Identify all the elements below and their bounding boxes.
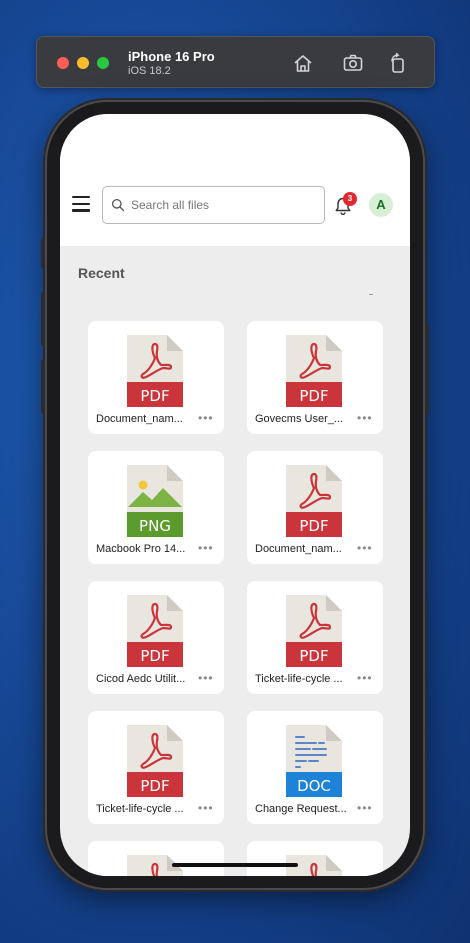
- close-window-button[interactable]: [57, 57, 69, 69]
- more-options-icon[interactable]: •••: [198, 412, 216, 424]
- home-icon[interactable]: [292, 52, 314, 74]
- file-card[interactable]: PNG Macbook Pro 14... •••: [88, 451, 224, 564]
- file-name: Ticket-life-cycle ...: [255, 673, 343, 685]
- volume-up-button[interactable]: [41, 292, 45, 346]
- svg-text:PDF: PDF: [140, 647, 169, 665]
- pdf-file-icon: PDF: [286, 595, 342, 667]
- more-options-icon[interactable]: •••: [357, 672, 375, 684]
- file-name: Document_nam...: [96, 413, 183, 425]
- home-indicator[interactable]: [172, 863, 298, 867]
- file-card[interactable]: PDF Ticket-life-cycle ... •••: [247, 581, 383, 694]
- minimize-window-button[interactable]: [77, 57, 89, 69]
- file-card[interactable]: DOC Change Request... •••: [247, 711, 383, 824]
- section-title: Recent: [78, 265, 125, 281]
- screenshot-icon[interactable]: [342, 52, 364, 74]
- notification-badge: 3: [343, 192, 357, 206]
- file-name: Macbook Pro 14...: [96, 543, 186, 555]
- app-header: 3 A: [60, 114, 410, 246]
- more-options-icon[interactable]: •••: [357, 542, 375, 554]
- search-icon: [111, 198, 125, 212]
- file-card[interactable]: PDF Ticket-life-cycle ... •••: [88, 711, 224, 824]
- os-version: iOS 18.2: [128, 65, 171, 77]
- svg-text:PDF: PDF: [140, 777, 169, 795]
- svg-text:PDF: PDF: [299, 387, 328, 405]
- file-card[interactable]: PDF Document_nam... •••: [247, 451, 383, 564]
- file-name: Document_nam...: [255, 543, 342, 555]
- simulator-toolbar: iPhone 16 Pro iOS 18.2: [36, 36, 435, 88]
- file-name: Cicod Aedc Utilit...: [96, 673, 186, 685]
- search-input[interactable]: [131, 187, 321, 223]
- svg-text:PDF: PDF: [299, 517, 328, 535]
- file-card[interactable]: PDF•••: [88, 841, 224, 876]
- more-options-icon[interactable]: •••: [198, 542, 216, 554]
- user-avatar[interactable]: A: [369, 193, 393, 217]
- action-button[interactable]: [41, 238, 45, 268]
- svg-text:PDF: PDF: [299, 647, 328, 665]
- pdf-file-icon: PDF: [286, 465, 342, 537]
- device-name: iPhone 16 Pro: [128, 49, 215, 64]
- more-options-icon[interactable]: •••: [357, 802, 375, 814]
- svg-text:PDF: PDF: [140, 387, 169, 405]
- file-name: Govecms User_...: [255, 413, 344, 425]
- more-options-icon[interactable]: •••: [198, 802, 216, 814]
- more-options-icon[interactable]: •••: [198, 672, 216, 684]
- file-card[interactable]: PDF•••: [247, 841, 383, 876]
- pdf-file-icon: PDF: [127, 595, 183, 667]
- more-options-icon[interactable]: •••: [357, 412, 375, 424]
- doc-file-icon: DOC: [286, 725, 342, 797]
- file-name: Change Request...: [255, 803, 347, 815]
- pdf-file-icon: PDF: [286, 335, 342, 407]
- svg-text:DOC: DOC: [297, 777, 331, 795]
- phone-screen: 3 A Recent PDF Document_nam... ••• PDF Govec…: [60, 114, 410, 876]
- svg-text:PNG: PNG: [139, 517, 171, 535]
- rotate-icon[interactable]: [387, 52, 409, 74]
- file-name: Ticket-life-cycle ...: [96, 803, 184, 815]
- volume-down-button[interactable]: [41, 360, 45, 414]
- zoom-window-button[interactable]: [97, 57, 109, 69]
- file-card[interactable]: PDF Document_nam... •••: [88, 321, 224, 434]
- file-card[interactable]: PDF Govecms User_... •••: [247, 321, 383, 434]
- png-file-icon: PNG: [127, 465, 183, 537]
- pdf-file-icon: PDF: [127, 335, 183, 407]
- power-button[interactable]: [425, 325, 429, 415]
- pdf-file-icon: PDF: [127, 725, 183, 797]
- search-bar[interactable]: [102, 186, 325, 224]
- hamburger-menu-icon[interactable]: [72, 196, 90, 212]
- file-card[interactable]: PDF Cicod Aedc Utilit... •••: [88, 581, 224, 694]
- divider: [369, 294, 373, 295]
